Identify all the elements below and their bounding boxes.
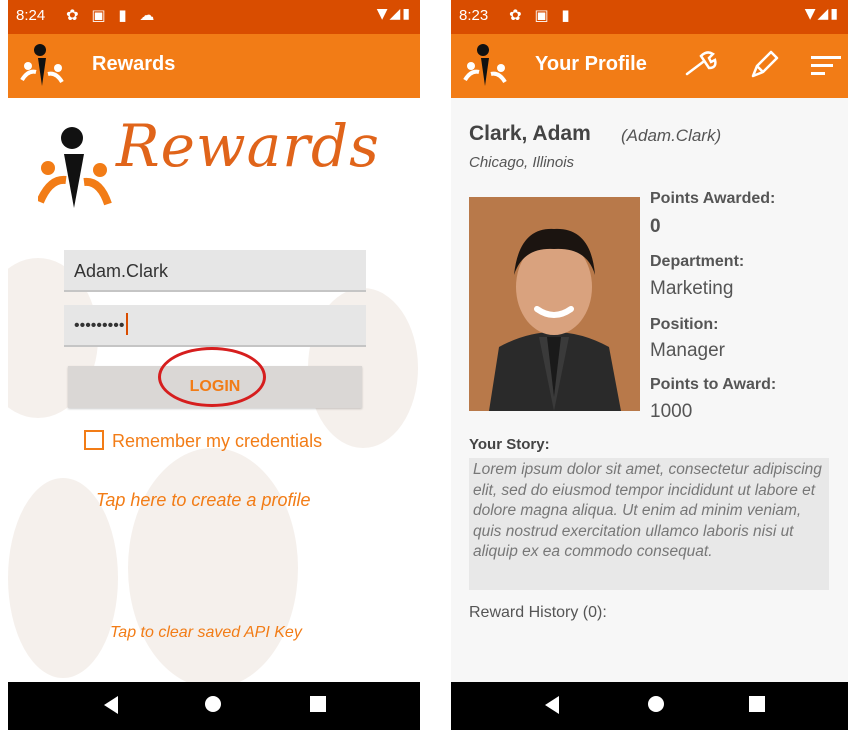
cloud-icon: ☁: [139, 6, 159, 24]
settings-icon: ✿: [509, 6, 526, 24]
profile-photo-image: [469, 197, 640, 411]
sd-card-icon: ▮: [118, 6, 131, 24]
profile-username: (Adam.Clark): [621, 126, 722, 145]
password-input[interactable]: •••••••••: [64, 305, 366, 347]
username-value: Adam.Clark: [74, 261, 169, 281]
brand-logo-icon: [38, 127, 112, 208]
nav-recents-icon[interactable]: [749, 696, 765, 712]
create-profile-link[interactable]: Tap here to create a profile: [96, 490, 310, 511]
username-input[interactable]: Adam.Clark: [64, 250, 366, 292]
position-value: Manager: [650, 340, 725, 361]
navigation-bar: [8, 682, 420, 730]
profile-content: Clark, Adam (Adam.Clark) Chicago, Illino…: [451, 98, 848, 682]
profile-screen: 8:23 ✿ ▣ ▮ ▼◢▮ Your Profile Clark, Adam …: [451, 0, 848, 730]
status-bar: 8:24 ✿ ▣ ▮ ☁ ▼◢▮: [8, 0, 420, 34]
app-bar: Rewards: [8, 34, 420, 98]
department-value: Marketing: [650, 278, 734, 299]
brand-wordmark: Rewards: [116, 112, 380, 180]
department-label: Department:: [650, 253, 745, 270]
signal-icon: ◢: [817, 6, 831, 22]
points-to-award-value: 1000: [650, 401, 693, 422]
profile-photo[interactable]: [469, 197, 640, 411]
app-logo-icon: [20, 44, 64, 86]
sort-icon[interactable]: [811, 54, 843, 78]
battery-icon: ▮: [830, 6, 840, 22]
nav-back-icon[interactable]: [543, 694, 561, 716]
navigation-bar: [451, 682, 848, 730]
background-person: [128, 448, 298, 682]
status-time: 8:24: [16, 7, 46, 24]
login-screen: 8:24 ✿ ▣ ▮ ☁ ▼◢▮ Rewards Rewards Adam.Cl…: [8, 0, 420, 730]
reward-history-label[interactable]: Reward History (0):: [469, 604, 607, 622]
status-time: 8:23: [459, 7, 489, 24]
story-label: Your Story:: [469, 436, 550, 453]
annotation-circle: [158, 347, 266, 407]
points-awarded-value: 0: [650, 216, 661, 237]
password-value: •••••••••: [74, 317, 125, 334]
profile-name: Clark, Adam: [469, 122, 591, 145]
points-awarded-label: Points Awarded:: [650, 190, 776, 207]
nav-recents-icon[interactable]: [310, 696, 326, 712]
signal-icon: ◢: [389, 6, 403, 22]
status-notification-icons: ✿ ▣ ▮: [509, 6, 574, 24]
settings-icon: ✿: [66, 6, 83, 24]
image-icon: ▣: [534, 6, 553, 24]
app-bar: Your Profile: [451, 34, 848, 98]
app-title: Rewards: [92, 53, 176, 75]
status-bar: 8:23 ✿ ▣ ▮ ▼◢▮: [451, 0, 848, 34]
clear-api-key-link[interactable]: Tap to clear saved API Key: [110, 624, 302, 642]
pencil-icon[interactable]: [747, 48, 779, 82]
profile-location: Chicago, Illinois: [469, 154, 575, 171]
image-icon: ▣: [91, 6, 110, 24]
points-to-award-label: Points to Award:: [650, 376, 777, 393]
text-cursor: [126, 313, 129, 335]
wifi-icon: ▼: [376, 6, 390, 22]
status-system-icons: ▼◢▮: [805, 6, 840, 22]
wifi-icon: ▼: [804, 6, 818, 22]
story-text: Lorem ipsum dolor sit amet, consectetur …: [469, 458, 829, 590]
nav-home-icon[interactable]: [647, 695, 665, 713]
wrench-icon[interactable]: [683, 50, 719, 80]
app-title: Your Profile: [535, 53, 647, 75]
status-system-icons: ▼◢▮: [377, 6, 412, 22]
checkbox-box[interactable]: [84, 430, 104, 450]
status-notification-icons: ✿ ▣ ▮ ☁: [66, 6, 158, 24]
app-logo-icon: [463, 44, 507, 86]
position-label: Position:: [650, 316, 719, 333]
nav-home-icon[interactable]: [204, 695, 222, 713]
remember-credentials-checkbox[interactable]: Remember my credentials: [84, 430, 322, 452]
battery-icon: ▮: [402, 6, 412, 22]
sd-card-icon: ▮: [561, 6, 574, 24]
login-content: Rewards Adam.Clark ••••••••• LOGIN Remem…: [8, 98, 420, 682]
nav-back-icon[interactable]: [102, 694, 120, 716]
remember-label: Remember my credentials: [112, 431, 323, 451]
